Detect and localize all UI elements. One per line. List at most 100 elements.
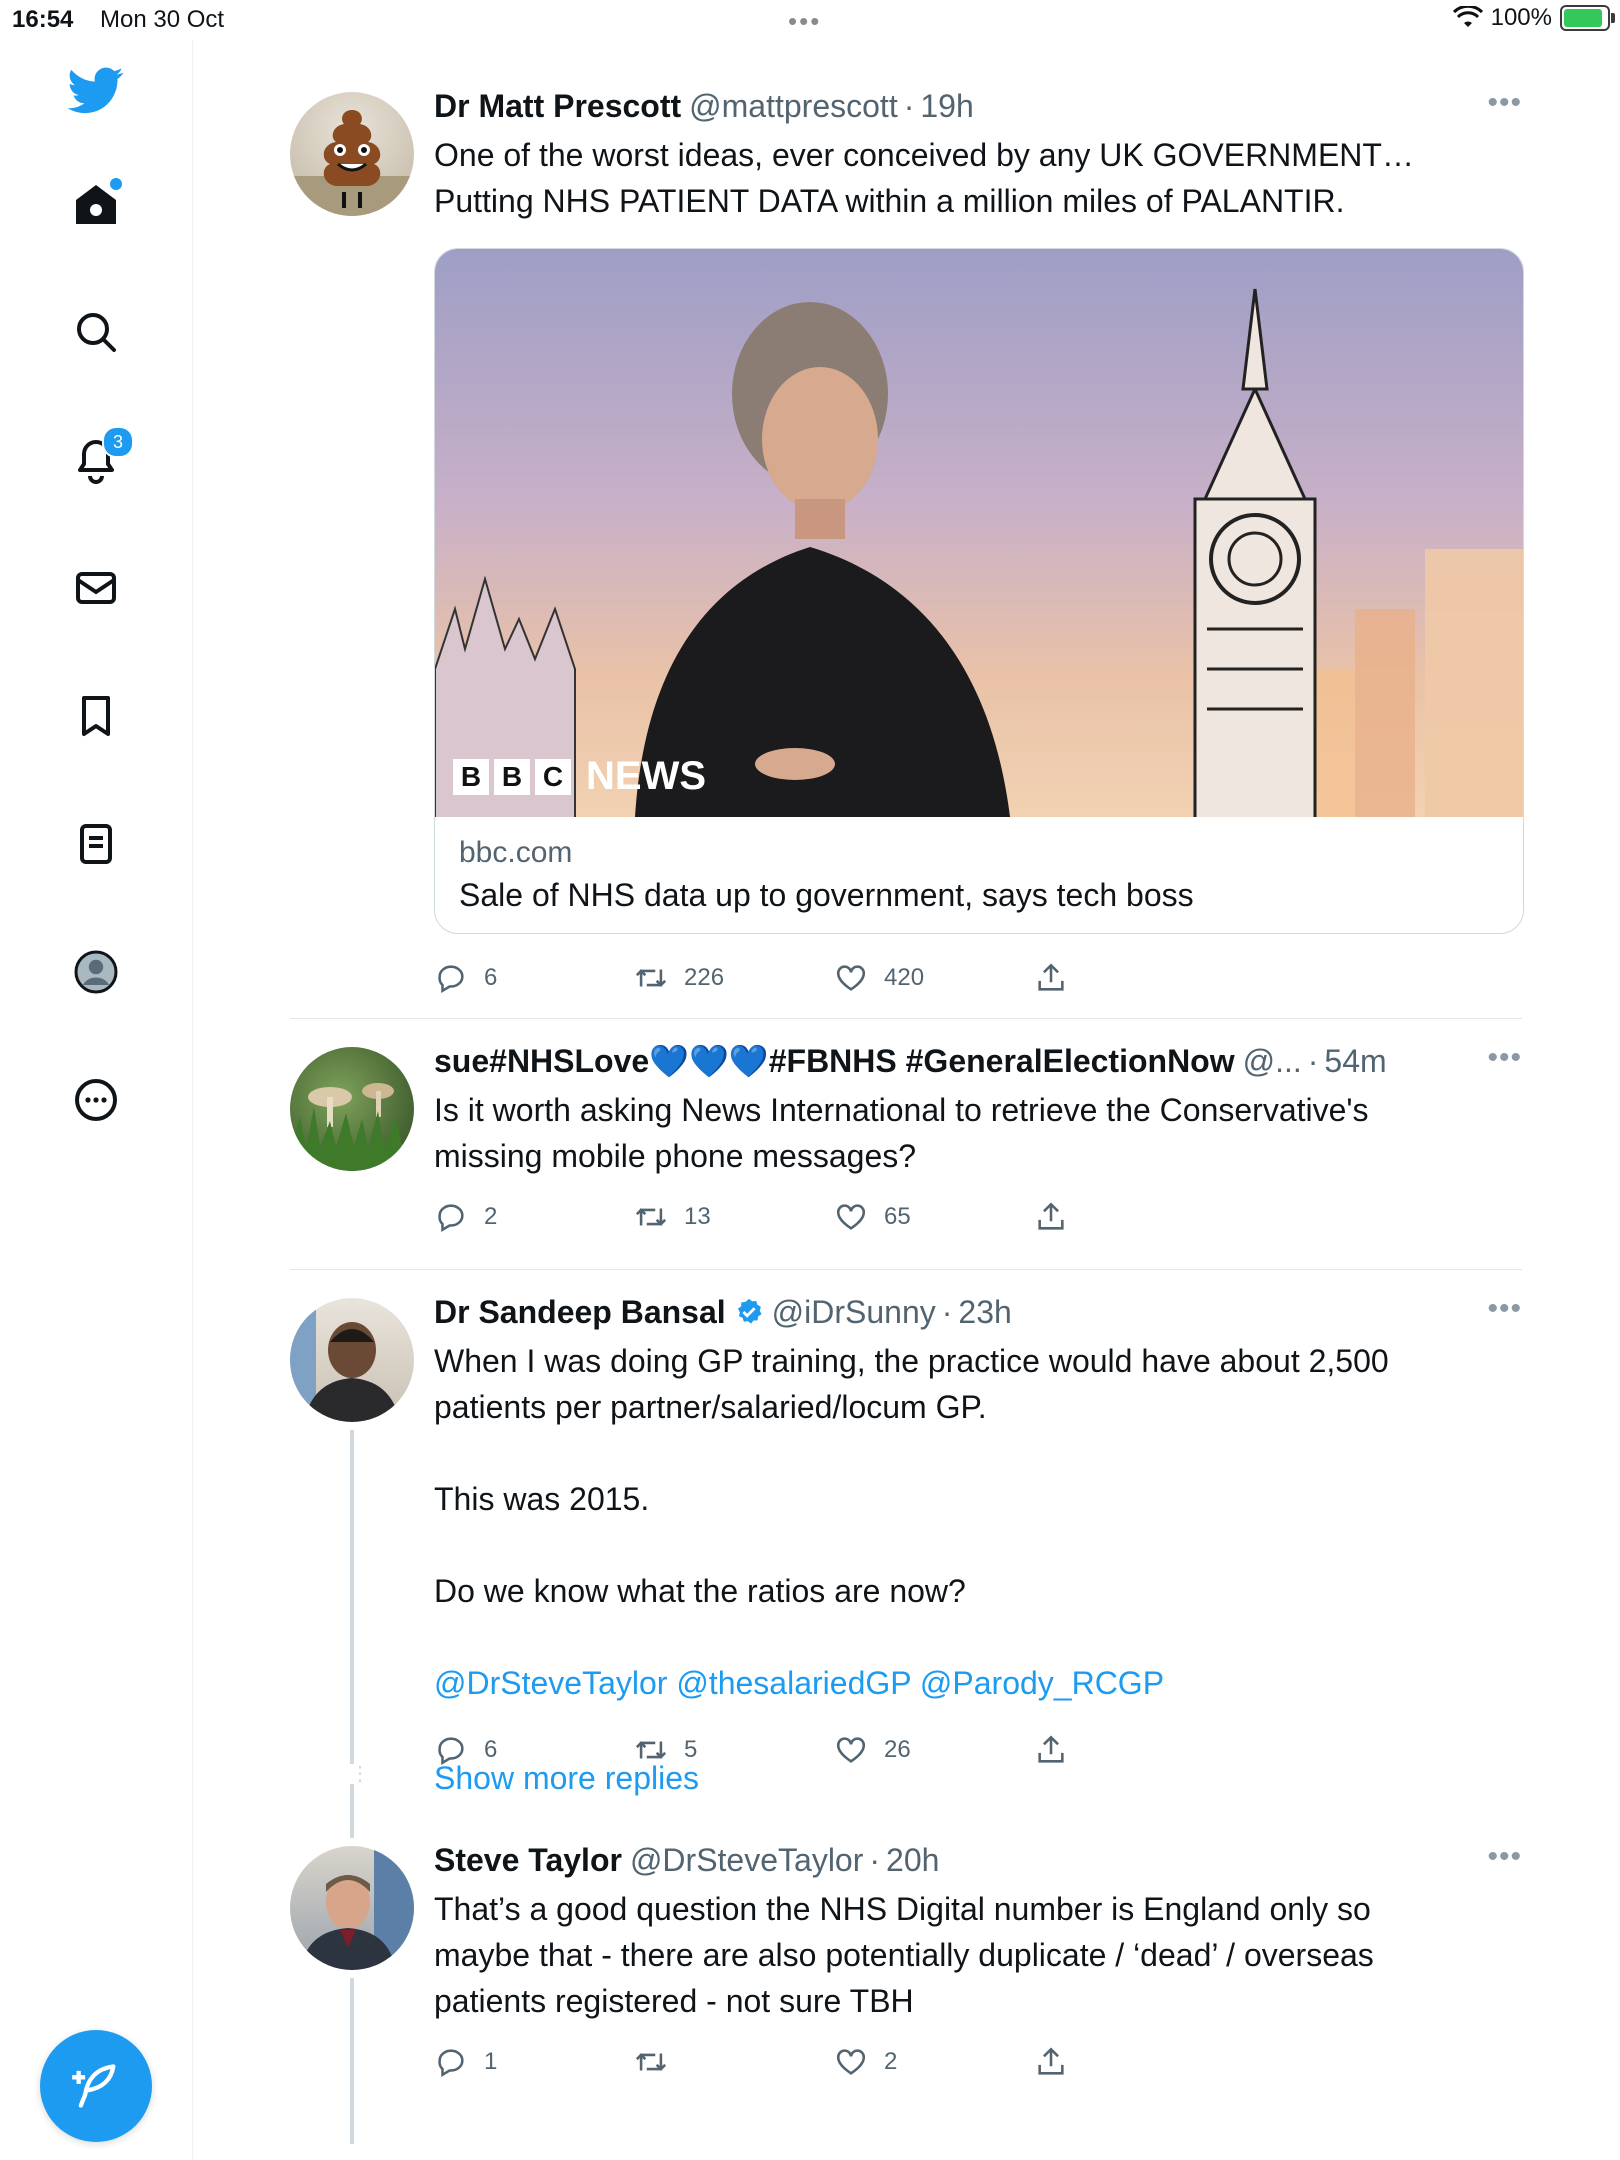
like-count: 420 (884, 964, 925, 991)
share-icon (1038, 1202, 1064, 1230)
tweet-more-icon[interactable]: ••• (1487, 86, 1522, 120)
timeline: ••• Dr Matt Prescott @mattprescott · 19h… (290, 58, 1524, 2144)
avatar[interactable] (290, 1846, 414, 1970)
twitter-logo-icon[interactable] (56, 50, 136, 130)
like-button[interactable]: 420 (834, 961, 1034, 995)
share-button[interactable] (1034, 2045, 1234, 2079)
notifications-bell-icon[interactable]: 3 (56, 420, 136, 500)
author-handle[interactable]: @mattprescott (689, 86, 898, 126)
reply-count: 1 (484, 2048, 498, 2075)
status-bar: 16:54 Mon 30 Oct ••• 100% (0, 0, 1620, 40)
tweet-more-icon[interactable]: ••• (1487, 1041, 1522, 1075)
thread-connector (350, 1784, 354, 1824)
messages-envelope-icon[interactable] (56, 548, 136, 628)
search-icon[interactable] (56, 292, 136, 372)
author-name[interactable]: Steve Taylor (434, 1840, 622, 1880)
bookmarks-icon[interactable] (56, 676, 136, 756)
tweet-header: Dr Sandeep Bansal @iDrSunny · 23h (434, 1292, 1522, 1332)
retweet-button[interactable]: 226 (634, 961, 834, 995)
author-handle[interactable]: @iDrSunny (772, 1292, 936, 1332)
battery-icon (1560, 5, 1615, 31)
share-icon (1038, 2047, 1064, 2075)
thread-connector (350, 1744, 354, 1764)
tweet-time[interactable]: 20h (886, 1840, 939, 1880)
author-name[interactable]: Dr Matt Prescott (434, 86, 681, 126)
tweet[interactable]: ••• Dr Sandeep Bansal @iDrSunny · 23h Wh… (290, 1270, 1522, 1766)
share-button[interactable] (1034, 961, 1234, 995)
retweet-button[interactable]: 13 (634, 1200, 834, 1234)
tweet-time[interactable]: 19h (920, 86, 973, 126)
link-card-image: B B C NEWS (435, 249, 1523, 817)
compose-quill-icon (72, 2064, 116, 2108)
tweet-text: One of the worst ideas, ever conceived b… (434, 137, 1414, 219)
tweet-mentions[interactable]: @DrSteveTaylor @thesalariedGP @Parody_RC… (434, 1660, 1522, 1706)
retweet-icon (635, 969, 667, 987)
profile-avatar-icon[interactable] (56, 932, 136, 1012)
tweet-actions: 1 2 (434, 2032, 1522, 2092)
like-button[interactable]: 65 (834, 1200, 1034, 1234)
battery-fill (1564, 9, 1602, 27)
notifications-badge: 3 (102, 426, 134, 458)
tweet-header: Steve Taylor @DrSteveTaylor · 20h (434, 1840, 1522, 1880)
heart-icon (836, 2049, 866, 2075)
author-name[interactable]: Dr Sandeep Bansal (434, 1292, 726, 1332)
bbc-news-logo: B B C NEWS (453, 754, 706, 799)
tweet-time[interactable]: 23h (958, 1292, 1011, 1332)
link-card-title: Sale of NHS data up to government, says … (459, 877, 1194, 913)
status-time: 16:54 (12, 6, 74, 33)
lists-icon[interactable] (56, 804, 136, 884)
tweet-more-icon[interactable]: ••• (1487, 1292, 1522, 1326)
separator: · (941, 1294, 953, 1330)
status-right: 100% (1452, 4, 1615, 32)
tweet[interactable]: ••• sue#NHSLove💙💙💙#FBNHS #GeneralElectio… (290, 1019, 1522, 1270)
tweet-actions: 2 13 65 (434, 1187, 1522, 1247)
reply-count: 2 (484, 1203, 498, 1230)
tweet-text: That’s a good question the NHS Digital n… (434, 1891, 1374, 2019)
tweet-actions: 6 226 420 (434, 948, 1522, 1008)
home-new-dot (110, 178, 122, 190)
multitasking-dots-icon[interactable]: ••• (788, 6, 821, 37)
tweet[interactable]: ••• Steve Taylor @DrSteveTaylor · 20h Th… (290, 1824, 1522, 2144)
author-handle[interactable]: @DrSteveTaylor (630, 1840, 863, 1880)
tweet[interactable]: ••• Dr Matt Prescott @mattprescott · 19h… (290, 58, 1524, 1019)
avatar[interactable] (290, 1298, 414, 1422)
tweet-header: sue#NHSLove💙💙💙#FBNHS #GeneralElectionNow… (434, 1041, 1522, 1081)
like-button[interactable]: 2 (834, 2045, 1034, 2079)
retweet-icon (635, 2053, 667, 2071)
tweet-more-icon[interactable]: ••• (1487, 1840, 1522, 1874)
reply-icon (438, 2049, 464, 2078)
retweet-icon (635, 1208, 667, 1226)
reply-button[interactable]: 2 (434, 1200, 634, 1234)
avatar[interactable] (290, 1047, 414, 1171)
sidebar: 3 (0, 40, 193, 2160)
author-name[interactable]: sue#NHSLove💙💙💙#FBNHS #GeneralElectionNow (434, 1041, 1235, 1081)
tweet-text: When I was doing GP training, the practi… (434, 1343, 1389, 1609)
like-count: 2 (884, 2048, 898, 2075)
reply-count: 6 (484, 964, 498, 991)
share-button[interactable] (1034, 1200, 1234, 1234)
retweet-button[interactable] (634, 2045, 834, 2079)
compose-tweet-button[interactable] (40, 2030, 152, 2142)
more-options-icon[interactable] (56, 1060, 136, 1140)
wifi-icon (1452, 6, 1483, 27)
reply-button[interactable]: 1 (434, 2045, 634, 2079)
tweet-time[interactable]: 54m (1324, 1041, 1386, 1081)
separator: · (903, 88, 915, 124)
avatar[interactable] (290, 92, 414, 216)
reply-button[interactable]: 6 (434, 961, 634, 995)
status-date: Mon 30 Oct (100, 6, 225, 33)
retweet-count: 226 (684, 964, 725, 991)
separator: · (869, 1842, 881, 1878)
reply-icon (438, 965, 464, 994)
thread-connector (350, 1430, 354, 1744)
author-handle[interactable]: @... (1243, 1041, 1302, 1081)
heart-icon (836, 965, 866, 991)
thread-gap-dots: ⋮ (350, 1763, 370, 1785)
link-card[interactable]: B B C NEWS bbc.com Sale of NHS data up t… (434, 248, 1524, 934)
home-icon[interactable] (56, 164, 136, 244)
tweet-header: Dr Matt Prescott @mattprescott · 19h (434, 86, 1522, 126)
show-more-replies-link[interactable]: Show more replies (434, 1744, 1522, 1797)
separator: · (1307, 1043, 1319, 1079)
link-card-domain: bbc.com (459, 836, 573, 869)
link-card-meta: bbc.com Sale of NHS data up to governmen… (435, 817, 1523, 933)
